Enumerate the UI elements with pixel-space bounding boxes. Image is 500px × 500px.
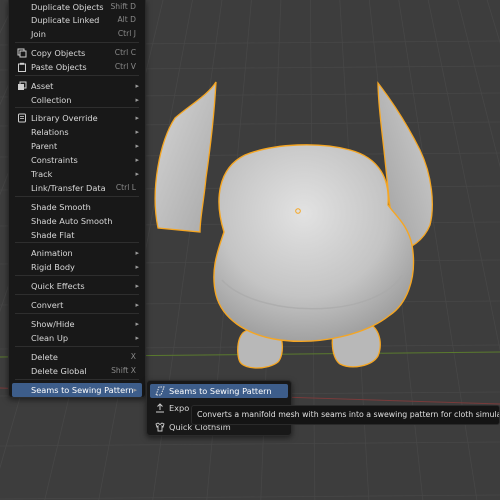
menu-item-clean-up[interactable]: Clean Up ▸: [10, 331, 144, 345]
menu-item-label: Quick Effects: [31, 281, 85, 291]
menu-item-label: Asset: [31, 81, 54, 91]
object-context-menu: Duplicate Objects Shift D Duplicate Linked…: [8, 0, 146, 398]
menu-item-collection[interactable]: Collection ▸: [10, 93, 144, 107]
submenu-arrow-icon: ▸: [133, 386, 137, 394]
menu-item-join[interactable]: Join Ctrl J: [10, 27, 144, 41]
shortcut-hint: Alt D: [117, 15, 136, 24]
menu-item-animation[interactable]: Animation ▸: [10, 246, 144, 260]
menu-item-show-hide[interactable]: Show/Hide ▸: [10, 317, 144, 331]
menu-item-duplicate-linked[interactable]: Duplicate Linked Alt D: [10, 13, 144, 27]
menu-item-track[interactable]: Track ▸: [10, 167, 144, 181]
menu-separator: [15, 242, 139, 243]
menu-separator: [15, 379, 139, 380]
tooltip: Converts a manifold mesh with seams into…: [191, 405, 500, 425]
menu-item-label: Constraints: [31, 155, 78, 165]
menu-item-duplicate-objects[interactable]: Duplicate Objects Shift D: [10, 0, 144, 14]
shortcut-hint: Shift X: [111, 366, 136, 375]
paste-icon: [17, 62, 27, 72]
menu-item-convert[interactable]: Convert ▸: [10, 298, 144, 312]
submenu-arrow-icon: ▸: [135, 96, 139, 104]
shortcut-hint: X: [130, 352, 136, 361]
submenu-arrow-icon: ▸: [135, 334, 139, 342]
menu-item-label: Clean Up: [31, 333, 69, 343]
menu-item-shade-auto-smooth[interactable]: Shade Auto Smooth: [10, 214, 144, 228]
menu-item-seams-to-sewing-pattern[interactable]: Seams to Sewing Pattern ▸: [12, 383, 142, 397]
submenu-item-label: Expo: [169, 403, 190, 413]
menu-item-library-override[interactable]: Library Override ▸: [10, 111, 144, 125]
menu-item-label: Relations: [31, 127, 69, 137]
menu-item-label: Track: [31, 169, 53, 179]
submenu-arrow-icon: ▸: [135, 128, 139, 136]
export-icon: [155, 403, 165, 413]
menu-item-label: Convert: [31, 300, 64, 310]
shortcut-hint: Ctrl J: [117, 29, 136, 38]
shortcut-hint: Ctrl L: [115, 183, 136, 192]
menu-item-label: Duplicate Objects: [31, 2, 104, 12]
submenu-item-seams-to-sewing-pattern[interactable]: Seams to Sewing Pattern: [150, 384, 288, 398]
menu-item-label: Shade Flat: [31, 230, 75, 240]
clothsim-icon: [155, 422, 165, 432]
submenu-arrow-icon: ▸: [135, 142, 139, 150]
shortcut-hint: Shift D: [110, 2, 136, 11]
submenu-arrow-icon: ▸: [135, 82, 139, 90]
menu-item-label: Join: [31, 29, 46, 39]
shortcut-hint: Ctrl C: [114, 48, 136, 57]
copy-icon: [17, 48, 27, 58]
menu-separator: [15, 346, 139, 347]
menu-item-relations[interactable]: Relations ▸: [10, 125, 144, 139]
submenu-arrow-icon: ▸: [135, 301, 139, 309]
menu-item-link-transfer-data[interactable]: Link/Transfer Data Ctrl L: [10, 181, 144, 195]
submenu-arrow-icon: ▸: [135, 282, 139, 290]
sewing-pattern-icon: [155, 386, 165, 396]
submenu-arrow-icon: ▸: [135, 170, 139, 178]
menu-item-label: Delete Global: [31, 366, 87, 376]
menu-item-asset[interactable]: Asset ▸: [10, 79, 144, 93]
menu-item-shade-smooth[interactable]: Shade Smooth: [10, 200, 144, 214]
menu-item-copy-objects[interactable]: Copy Objects Ctrl C: [10, 46, 144, 60]
menu-item-rigid-body[interactable]: Rigid Body ▸: [10, 260, 144, 274]
menu-item-label: Library Override: [31, 113, 98, 123]
menu-item-constraints[interactable]: Constraints ▸: [10, 153, 144, 167]
library-icon: [17, 113, 27, 123]
submenu-arrow-icon: ▸: [135, 156, 139, 164]
menu-item-delete[interactable]: Delete X: [10, 350, 144, 364]
menu-item-label: Collection: [31, 95, 72, 105]
menu-item-label: Rigid Body: [31, 262, 75, 272]
menu-separator: [15, 107, 139, 108]
submenu-arrow-icon: ▸: [135, 249, 139, 257]
menu-item-parent[interactable]: Parent ▸: [10, 139, 144, 153]
menu-item-label: Show/Hide: [31, 319, 75, 329]
menu-item-delete-global[interactable]: Delete Global Shift X: [10, 364, 144, 378]
submenu-arrow-icon: ▸: [135, 320, 139, 328]
menu-item-label: Shade Auto Smooth: [31, 216, 113, 226]
menu-item-shade-flat[interactable]: Shade Flat: [10, 228, 144, 242]
menu-separator: [15, 294, 139, 295]
shortcut-hint: Ctrl V: [114, 62, 136, 71]
menu-item-label: Parent: [31, 141, 58, 151]
menu-separator: [15, 42, 139, 43]
menu-separator: [15, 275, 139, 276]
menu-item-paste-objects[interactable]: Paste Objects Ctrl V: [10, 60, 144, 74]
menu-item-label: Paste Objects: [31, 62, 87, 72]
menu-separator: [15, 75, 139, 76]
menu-item-label: Animation: [31, 248, 73, 258]
menu-item-label: Shade Smooth: [31, 202, 91, 212]
menu-item-label: Link/Transfer Data: [31, 183, 106, 193]
menu-item-label: Seams to Sewing Pattern: [31, 385, 134, 395]
submenu-arrow-icon: ▸: [135, 263, 139, 271]
menu-item-label: Copy Objects: [31, 48, 86, 58]
menu-item-quick-effects[interactable]: Quick Effects ▸: [10, 279, 144, 293]
menu-item-label: Delete: [31, 352, 58, 362]
menu-separator: [15, 313, 139, 314]
submenu-arrow-icon: ▸: [135, 114, 139, 122]
menu-separator: [15, 196, 139, 197]
tooltip-text: Converts a manifold mesh with seams into…: [197, 410, 500, 419]
menu-item-label: Duplicate Linked: [31, 15, 100, 25]
asset-icon: [17, 81, 27, 91]
submenu-item-label: Seams to Sewing Pattern: [169, 386, 272, 396]
